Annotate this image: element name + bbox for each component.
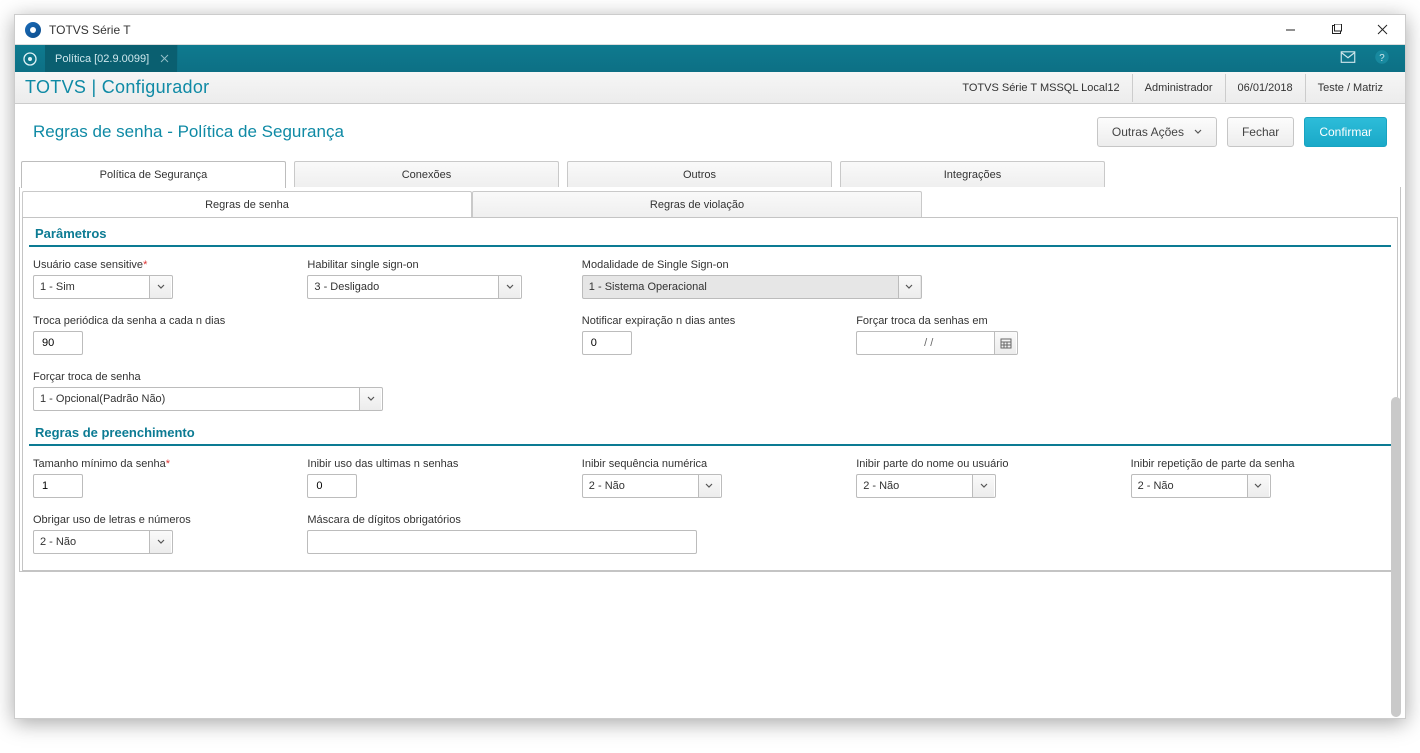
select-value: 2 - Não: [40, 536, 149, 548]
close-page-button[interactable]: Fechar: [1227, 117, 1294, 147]
select-value: 1 - Opcional(Padrão Não): [40, 393, 359, 405]
tab-label: Integrações: [944, 169, 1001, 181]
chevron-down-icon: [149, 276, 171, 298]
label-inibir-nome: Inibir parte do nome ou usuário: [856, 458, 1112, 470]
date-label: 06/01/2018: [1225, 74, 1305, 102]
content-area: Política de Segurança Conexões Outros In…: [15, 159, 1405, 718]
input-troca-periodica[interactable]: [33, 331, 83, 355]
chevron-down-icon: [359, 388, 381, 410]
input-notif-exp[interactable]: [582, 331, 632, 355]
other-actions-button[interactable]: Outras Ações: [1097, 117, 1217, 147]
maximize-button[interactable]: [1313, 15, 1359, 45]
select-value: 2 - Não: [1138, 480, 1247, 492]
app-title: TOTVS | Configurador: [25, 77, 209, 98]
title-bar: TOTVS Série T: [15, 15, 1405, 45]
tab-integracoes[interactable]: Integrações: [840, 161, 1105, 187]
label-forcar-troca: Forçar troca de senha: [33, 371, 564, 383]
page-title: Regras de senha - Política de Segurança: [33, 122, 344, 142]
page-header: Regras de senha - Política de Segurança …: [15, 104, 1405, 159]
label-tam-min: Tamanho mínimo da senha: [33, 458, 289, 470]
tab-label: Conexões: [402, 169, 452, 181]
chevron-down-icon: [149, 531, 171, 553]
chevron-down-icon: [898, 276, 920, 298]
label-inibir-repet: Inibir repetição de parte da senha: [1131, 458, 1387, 470]
user-label: Administrador: [1132, 74, 1225, 102]
select-inibir-seq[interactable]: 2 - Não: [582, 474, 722, 498]
tab-conexoes[interactable]: Conexões: [294, 161, 559, 187]
input-mascara[interactable]: [307, 530, 697, 554]
label-forcar-troca-em: Forçar troca da senhas em: [856, 315, 1112, 327]
label-obrigar-letras: Obrigar uso de letras e números: [33, 514, 289, 526]
window-title: TOTVS Série T: [49, 23, 131, 37]
select-forcar-troca[interactable]: 1 - Opcional(Padrão Não): [33, 387, 383, 411]
label-notif-exp: Notificar expiração n dias antes: [582, 315, 838, 327]
app-icon: [25, 22, 41, 38]
tabs-level2: Regras de senha Regras de violação: [22, 191, 1398, 217]
label-inibir-seq: Inibir sequência numérica: [582, 458, 838, 470]
chevron-down-icon: [1247, 475, 1269, 497]
tab-label: Regras de senha: [205, 199, 289, 211]
env-label: TOTVS Série T MSSQL Local12: [950, 74, 1131, 102]
select-sso-mode[interactable]: 1 - Sistema Operacional: [582, 275, 922, 299]
close-page-label: Fechar: [1242, 125, 1279, 139]
label-case-sensitive: Usuário case sensitive: [33, 259, 289, 271]
section-regras-preenchimento: Regras de preenchimento: [29, 417, 1391, 446]
tab-label: Outros: [683, 169, 716, 181]
chevron-down-icon: [972, 475, 994, 497]
select-inibir-repet[interactable]: 2 - Não: [1131, 474, 1271, 498]
label-sso-mode: Modalidade de Single Sign-on: [582, 259, 1113, 271]
label-troca-periodica: Troca periódica da senha a cada n dias: [33, 315, 289, 327]
tab-outros[interactable]: Outros: [567, 161, 832, 187]
chevron-down-icon: [1194, 128, 1202, 136]
scrollbar-thumb[interactable]: [1391, 397, 1401, 717]
minimize-button[interactable]: [1267, 15, 1313, 45]
app-header: TOTVS | Configurador TOTVS Série T MSSQL…: [15, 72, 1405, 104]
branch-label: Teste / Matriz: [1305, 74, 1395, 102]
tab-politica-seguranca[interactable]: Política de Segurança: [21, 161, 286, 188]
chevron-down-icon: [698, 475, 720, 497]
tabs-level1: Política de Segurança Conexões Outros In…: [19, 161, 1401, 187]
svg-text:?: ?: [1379, 53, 1385, 64]
input-tam-min[interactable]: [33, 474, 83, 498]
tab-label: Regras de violação: [650, 199, 744, 211]
chevron-down-icon: [498, 276, 520, 298]
document-tab[interactable]: Política [02.9.0099]: [45, 45, 178, 72]
select-case-sensitive[interactable]: 1 - Sim: [33, 275, 173, 299]
confirm-label: Confirmar: [1319, 125, 1372, 139]
mail-icon[interactable]: [1339, 48, 1357, 69]
other-actions-label: Outras Ações: [1112, 125, 1184, 139]
date-value: / /: [863, 337, 994, 349]
document-tabstrip: Política [02.9.0099] ?: [15, 45, 1405, 72]
select-obrigar-letras[interactable]: 2 - Não: [33, 530, 173, 554]
close-button[interactable]: [1359, 15, 1405, 45]
tab-label: Política de Segurança: [100, 169, 208, 181]
close-icon[interactable]: [157, 52, 171, 66]
select-value: 1 - Sim: [40, 281, 149, 293]
document-tab-label: Política [02.9.0099]: [55, 53, 149, 65]
select-value: 1 - Sistema Operacional: [589, 281, 898, 293]
input-forcar-troca-em[interactable]: / /: [856, 331, 1018, 355]
select-value: 2 - Não: [863, 480, 972, 492]
select-inibir-nome[interactable]: 2 - Não: [856, 474, 996, 498]
section-parametros: Parâmetros: [29, 218, 1391, 247]
confirm-button[interactable]: Confirmar: [1304, 117, 1387, 147]
select-value: 3 - Desligado: [314, 281, 498, 293]
help-icon[interactable]: ?: [1373, 48, 1391, 69]
tab-regras-violacao[interactable]: Regras de violação: [472, 191, 922, 217]
tab-regras-senha[interactable]: Regras de senha: [22, 191, 472, 217]
home-button[interactable]: [15, 45, 45, 72]
select-sso-enable[interactable]: 3 - Desligado: [307, 275, 522, 299]
input-inibir-ultimas[interactable]: [307, 474, 357, 498]
label-sso-enable: Habilitar single sign-on: [307, 259, 563, 271]
calendar-icon[interactable]: [994, 332, 1016, 354]
label-inibir-ultimas: Inibir uso das ultimas n senhas: [307, 458, 563, 470]
label-mascara: Máscara de dígitos obrigatórios: [307, 514, 838, 526]
select-value: 2 - Não: [589, 480, 698, 492]
